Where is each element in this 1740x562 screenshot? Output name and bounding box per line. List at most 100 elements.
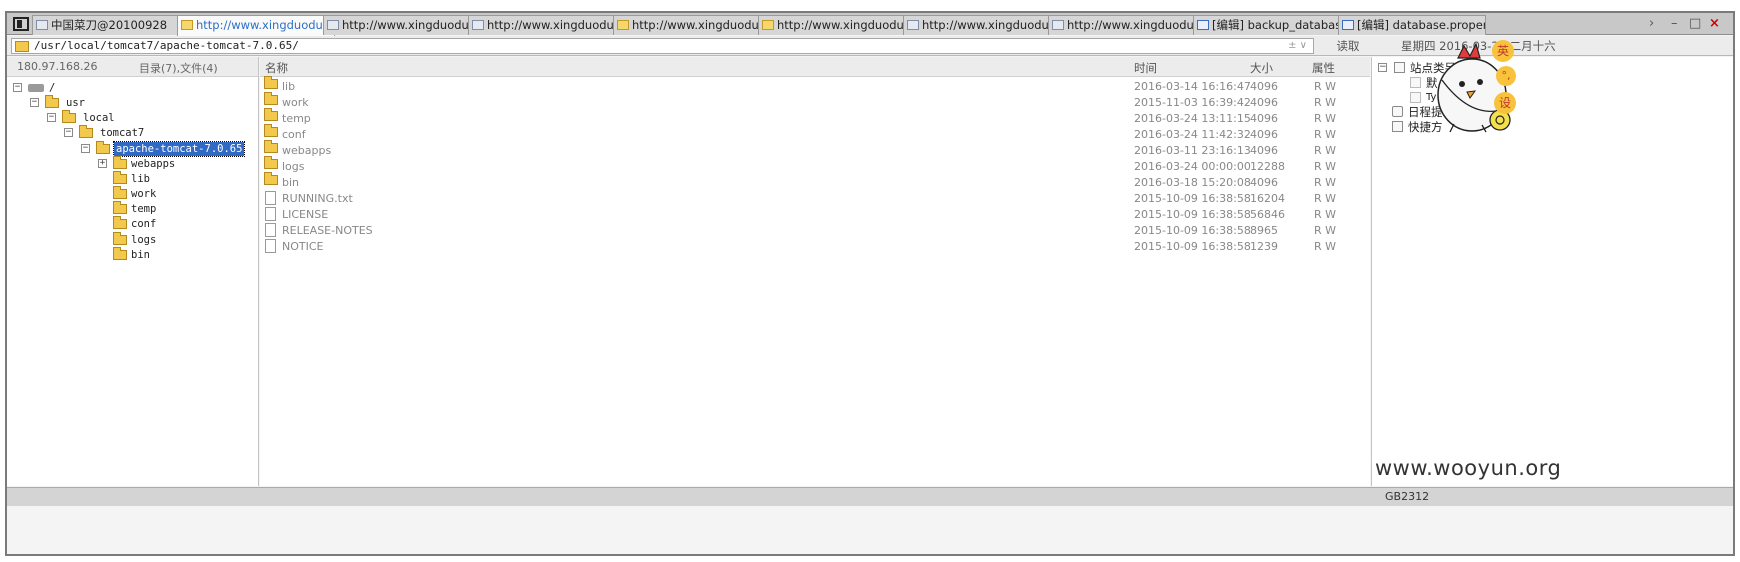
file-row[interactable]: RELEASE-NOTES 2015-10-09 16:38:58 8965 R… (260, 223, 1370, 239)
collapse-icon[interactable]: − (13, 83, 22, 92)
tree-node[interactable]: − / (13, 81, 73, 95)
file-row[interactable]: NOTICE 2015-10-09 16:38:58 1239 R W (260, 239, 1370, 255)
file-attr: R W (1314, 112, 1337, 125)
mascot-badge[interactable]: 设 (1494, 92, 1516, 114)
folder-icon (15, 41, 29, 52)
tree-node[interactable]: bin (113, 247, 193, 262)
tree-node[interactable]: conf (113, 216, 193, 231)
read-button[interactable]: 读取 (1319, 37, 1377, 55)
tab-label: http://www.xingduoduo.c... (487, 18, 625, 32)
file-row[interactable]: LICENSE 2015-10-09 16:38:58 56846 R W (260, 207, 1370, 223)
tab-site[interactable]: http://www.xingduoduo.c... (468, 15, 626, 35)
file-row[interactable]: bin 2016-03-18 15:20:08 4096 R W (260, 172, 1370, 191)
folder-icon (1394, 62, 1405, 73)
window-icon (36, 20, 48, 30)
tab-site[interactable]: http://www.xingduoduo.c... (758, 15, 916, 35)
tab-label: http://www.xingduoduo.c... (922, 18, 1060, 32)
file-icon (265, 239, 276, 253)
window-controls: › – □ × (1649, 16, 1729, 32)
column-header-size[interactable]: 大小 (1250, 60, 1273, 76)
file-name: lib (282, 80, 296, 93)
tree-node-label: temp (131, 203, 157, 215)
tab-site[interactable]: http://www.xingduoduo.c... (903, 15, 1061, 35)
file-name: RUNNING.txt (282, 192, 353, 205)
expand-icon[interactable]: + (98, 159, 107, 168)
encoding-label[interactable]: GB2312 (1385, 490, 1429, 503)
calendar-icon (1392, 106, 1403, 117)
tree-node-label: tomcat7 (100, 127, 145, 139)
tree-node[interactable]: + webapps (98, 156, 198, 171)
collapse-icon[interactable]: − (64, 128, 73, 137)
file-row[interactable]: work 2015-11-03 16:39:42 4096 R W (260, 92, 1370, 111)
tree-node-label: webapps (131, 158, 176, 170)
tree-node[interactable]: − local (47, 110, 137, 125)
tree-node[interactable]: − usr (30, 95, 110, 110)
file-row[interactable]: webapps 2016-03-11 23:16:13 4096 R W (260, 140, 1370, 159)
collapse-icon[interactable]: − (47, 113, 56, 122)
file-name: webapps (282, 144, 332, 157)
file-attr: R W (1314, 96, 1337, 109)
collapse-icon[interactable]: − (81, 144, 90, 153)
tab-label: http://www.xingduoduo.c... (1067, 18, 1205, 32)
tab-editor[interactable]: [编辑] backup_database.... (1193, 15, 1351, 35)
file-icon (265, 223, 276, 237)
folder-icon (113, 247, 127, 260)
file-time: 2016-03-24 13:11:15 (1134, 112, 1251, 125)
mascot-badge[interactable]: 英 (1492, 40, 1514, 62)
watermark: www.wooyun.org (1375, 456, 1562, 480)
tab-scroll-icon[interactable]: › (1649, 16, 1654, 32)
window-icon (327, 20, 339, 30)
file-row[interactable]: lib 2016-03-14 16:16:47 4096 R W (260, 76, 1370, 95)
tab-home[interactable]: 中国菜刀@20100928 (32, 15, 190, 35)
tree-node[interactable]: work (113, 186, 193, 201)
tree-node[interactable]: logs (113, 232, 193, 247)
file-row[interactable]: conf 2016-03-24 11:42:32 4096 R W (260, 124, 1370, 143)
file-row[interactable]: temp 2016-03-24 13:11:15 4096 R W (260, 108, 1370, 127)
file-time: 2016-03-24 11:42:32 (1134, 128, 1251, 141)
file-name: logs (282, 160, 305, 173)
path-input[interactable] (34, 39, 1264, 53)
app-menu-icon[interactable] (13, 17, 29, 31)
tree-header: 180.97.168.26 目录(7),文件(4) (7, 57, 258, 77)
file-size: 4096 (1250, 176, 1278, 189)
mascot-badge[interactable]: °, (1496, 66, 1516, 86)
folder-icon (264, 76, 278, 89)
file-name: NOTICE (282, 240, 324, 253)
collapse-icon[interactable]: − (1378, 63, 1387, 72)
collapse-icon[interactable]: − (30, 98, 39, 107)
file-size: 1239 (1250, 240, 1278, 253)
column-header-name[interactable]: 名称 (265, 60, 288, 76)
tab-label: http://www.xingduoduo.c... (777, 18, 915, 32)
column-header-attr[interactable]: 属性 (1312, 60, 1335, 76)
file-name: temp (282, 112, 311, 125)
tab-site[interactable]: http://www.xingduoduo.c... (613, 15, 771, 35)
path-field[interactable]: ± ∨ (11, 38, 1314, 54)
file-attr: R W (1314, 192, 1337, 205)
file-size: 12288 (1250, 160, 1285, 173)
tree-node[interactable]: − tomcat7 (64, 125, 164, 140)
tab-site[interactable]: http://www.xingduoduo.c... (323, 15, 481, 35)
file-attr: R W (1314, 80, 1337, 93)
column-header-time[interactable]: 时间 (1134, 60, 1157, 76)
path-dropdown-icon[interactable]: ± ∨ (1288, 39, 1307, 53)
tree-node[interactable]: temp (113, 201, 193, 216)
file-row[interactable]: logs 2016-03-24 00:00:00 12288 R W (260, 156, 1370, 175)
tree-node[interactable]: lib (113, 171, 193, 186)
folder-icon (617, 20, 629, 30)
file-icon (265, 207, 276, 221)
file-attr: R W (1314, 144, 1337, 157)
tree-node-label: lib (131, 173, 150, 185)
file-row[interactable]: RUNNING.txt 2015-10-09 16:38:58 16204 R … (260, 191, 1370, 207)
window-icon (1052, 20, 1064, 30)
tree-node-selected[interactable]: − apache-tomcat-7.0.65 (81, 141, 259, 157)
tab-site[interactable]: http://www.xingduoduo.c... (1048, 15, 1206, 35)
dir-file-count: 目录(7),文件(4) (139, 62, 218, 75)
file-time: 2016-03-24 00:00:00 (1134, 160, 1251, 173)
folder-icon (264, 124, 278, 137)
tab-editor[interactable]: [编辑] database.properties (1338, 15, 1486, 35)
close-icon[interactable]: × (1709, 16, 1720, 32)
minimize-icon[interactable]: – (1671, 16, 1678, 32)
maximize-icon[interactable]: □ (1689, 16, 1701, 32)
tab-label: http://www.xingduoduo.c... (632, 18, 770, 32)
tab-file-manager[interactable]: http://www.xingduoduo.c... (177, 15, 335, 36)
